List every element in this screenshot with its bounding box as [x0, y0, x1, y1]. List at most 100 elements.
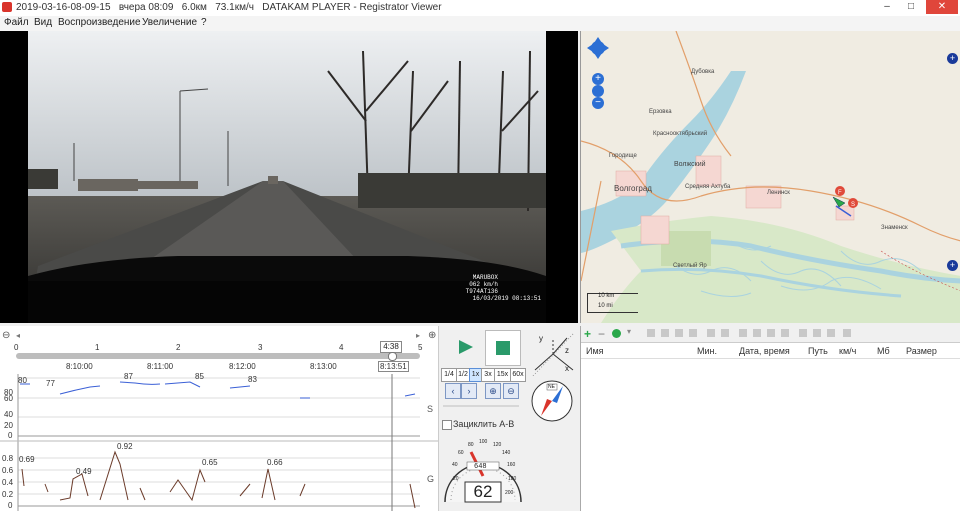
speedometer-tick-160: 160: [507, 462, 516, 468]
map-label-dubovka: Дубовка: [691, 69, 715, 75]
close-button[interactable]: ✕: [926, 0, 958, 14]
speed-annotation-3: 87: [124, 372, 133, 381]
dropdown-icon[interactable]: ▾: [627, 327, 631, 336]
map-label-leninsk: Ленинск: [767, 190, 790, 196]
column-datetime[interactable]: Дата, время: [739, 346, 790, 356]
stop-button[interactable]: [485, 330, 521, 366]
column-min[interactable]: Мин.: [697, 346, 717, 356]
column-name[interactable]: Имя: [586, 346, 604, 356]
timeline-zoom-in-icon[interactable]: ⊕: [428, 330, 436, 341]
menu-file[interactable]: Файл: [4, 17, 29, 28]
osd-datetime: 16/03/2019 08:13:51: [472, 295, 541, 302]
app-icon: [2, 2, 12, 12]
speed-axis-label: S: [427, 404, 434, 414]
map-expand-bottom-button[interactable]: +: [947, 260, 958, 271]
g-tick-08: 0.8: [2, 454, 14, 463]
timeline-right-arrow[interactable]: ▸: [416, 331, 420, 340]
g-tick-02: 0.2: [2, 490, 14, 499]
speed-tick-40: 40: [4, 410, 13, 419]
osd-brand: MARUBOX: [472, 274, 498, 281]
speed-1-2-button[interactable]: 1/2: [456, 368, 470, 382]
volume-slider[interactable]: [443, 405, 519, 407]
speedometer-tick-80: 80: [468, 442, 474, 448]
speed-tick-60: 60: [4, 394, 13, 403]
video-panel[interactable]: MARUBOX 062 km/h T974AT136 16/03/2019 08…: [0, 31, 578, 323]
zoom-in-button[interactable]: ⊕: [485, 383, 501, 399]
g-annotation-3: 0.92: [117, 442, 133, 451]
minute-tick-5: 5: [418, 343, 423, 352]
next-frame-button[interactable]: ›: [461, 383, 477, 399]
map-label-volgograd: Волгоград: [614, 184, 652, 193]
menu-help[interactable]: ?: [201, 17, 207, 28]
timeline-left-arrow[interactable]: ◂: [16, 331, 20, 340]
controls-panel: 1/4 1/2 1x 3x 15x 60x ‹ › ⊕ ⊖ Зациклить …: [438, 326, 581, 511]
menu-bar: Файл Вид Воспроизведение Увеличение ?: [0, 16, 960, 31]
graphs-panel[interactable]: 80 60 40 20 0 80 77 87 85 83 S 0.8 0.6 0…: [0, 372, 438, 511]
trips-table-header: Имя Мин. Дата, время Путь км/ч Мб Размер: [581, 344, 960, 359]
speed-60x-button[interactable]: 60x: [510, 368, 526, 382]
menu-playback[interactable]: Воспроизведение: [58, 17, 141, 28]
speed-1-4-button[interactable]: 1/4: [441, 368, 457, 382]
minute-tick-3: 3: [258, 343, 263, 352]
trips-panel[interactable]: + − ▾ Имя Мин. Дата, время Путь км/ч Мб …: [580, 326, 960, 511]
play-button[interactable]: [445, 330, 483, 364]
osd-speed: 062 km/h: [469, 281, 498, 288]
time-tick-3: 8:12:00: [229, 362, 256, 371]
speed-annotation-5: 83: [248, 375, 257, 384]
speedometer-tick-60: 60: [458, 450, 464, 456]
menu-view[interactable]: Вид: [34, 17, 52, 28]
g-annotation-5: 0.66: [267, 458, 283, 467]
loop-label: Зациклить A-B: [453, 419, 515, 429]
speed-tick-0: 0: [8, 431, 13, 440]
maximize-button[interactable]: □: [900, 0, 922, 14]
route-markers: F S: [832, 186, 858, 208]
timeline-thumb[interactable]: [388, 352, 397, 361]
minute-tick-2: 2: [176, 343, 181, 352]
column-size[interactable]: Размер: [906, 346, 937, 356]
g-annotation-2: 0.49: [76, 467, 92, 476]
g-tick-06: 0.6: [2, 466, 14, 475]
minimize-button[interactable]: –: [876, 0, 898, 14]
current-time-label: 8:13:51: [378, 361, 409, 372]
speed-3x-button[interactable]: 3x: [481, 368, 495, 382]
zoom-out-button[interactable]: ⊖: [503, 383, 519, 399]
timeline-zoom-out-icon[interactable]: ⊖: [2, 330, 10, 341]
map-zoom-in-button[interactable]: +: [592, 73, 604, 85]
map-label-gorodishche: Городище: [609, 153, 637, 159]
video-frame[interactable]: MARUBOX 062 km/h T974AT136 16/03/2019 08…: [28, 31, 546, 323]
timeline-panel[interactable]: ⊖ ⊕ ◂ ▸ 0 1 2 3 4 5 4:38 8:10:00 8:11:00…: [0, 326, 438, 374]
add-icon[interactable]: +: [584, 327, 591, 341]
refresh-icon[interactable]: [612, 329, 621, 338]
map-expand-top-button[interactable]: +: [947, 53, 958, 64]
toolbar-disabled-icons: [645, 328, 855, 338]
menu-zoom[interactable]: Увеличение: [142, 17, 197, 28]
axis-z-label: z: [565, 346, 569, 355]
speed-15x-button[interactable]: 15x: [494, 368, 511, 382]
title-bar: 2019-03-16-08-09-15 вчера 08:09 6.0км 73…: [0, 0, 960, 17]
g-axis-label: G: [427, 474, 435, 484]
speedometer-tick-120: 120: [493, 442, 502, 448]
time-tick-4: 8:13:00: [310, 362, 337, 371]
speed-annotation-2: 77: [46, 379, 55, 388]
loop-checkbox[interactable]: [442, 420, 452, 430]
map-panel[interactable]: Дубовка Ерзовка Краснооктябрьский Городи…: [580, 31, 960, 323]
g-tick-04: 0.4: [2, 478, 14, 487]
map-canvas[interactable]: [581, 31, 960, 323]
speedometer-tick-40: 40: [452, 462, 458, 468]
remove-icon[interactable]: −: [598, 327, 605, 341]
map-pan-control[interactable]: [587, 37, 609, 59]
column-speed[interactable]: км/ч: [839, 346, 856, 356]
timeline-track[interactable]: [16, 353, 420, 359]
globe-icon[interactable]: [592, 85, 604, 97]
minute-tick-1: 1: [95, 343, 100, 352]
map-label-erzovka: Ерзовка: [649, 109, 672, 115]
speedometer-tick-180: 180: [508, 476, 517, 482]
trips-toolbar: + − ▾: [581, 326, 960, 343]
map-zoom-out-button[interactable]: −: [592, 97, 604, 109]
column-path[interactable]: Путь: [808, 346, 828, 356]
trips-list[interactable]: [581, 359, 960, 511]
current-position-marker: [832, 196, 846, 208]
prev-frame-button[interactable]: ‹: [445, 383, 461, 399]
map-scale-bar: 10 km 10 mi: [587, 293, 638, 313]
column-mb[interactable]: Мб: [877, 346, 890, 356]
